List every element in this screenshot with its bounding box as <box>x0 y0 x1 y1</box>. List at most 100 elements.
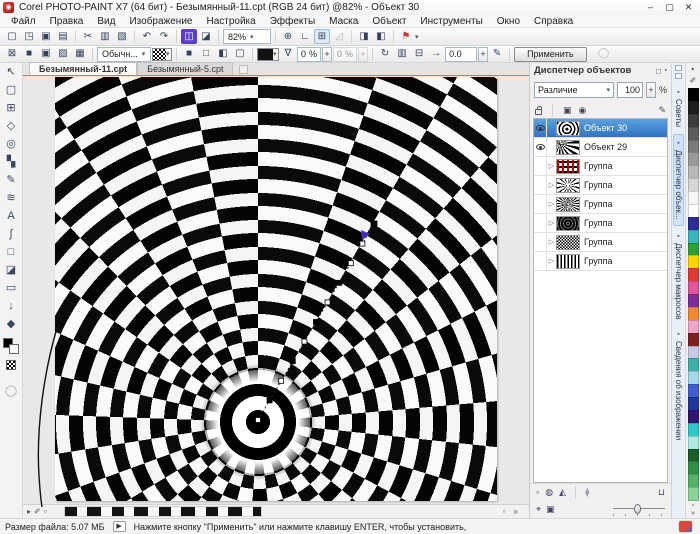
palette-swatch[interactable] <box>688 127 699 141</box>
minimize-button[interactable]: – <box>642 1 659 14</box>
brush-tool-icon[interactable]: ʃ <box>1 226 22 244</box>
new-lens-icon[interactable]: ◍ <box>545 485 553 499</box>
palette-swatch[interactable] <box>688 114 699 128</box>
apply-button[interactable]: Применить <box>514 47 587 62</box>
print-icon[interactable]: ▤ <box>55 29 71 44</box>
object-position-icon[interactable]: ⌖ <box>536 502 541 516</box>
lock-transparency-icon[interactable] <box>535 109 542 115</box>
palettes-icon[interactable]: ◧ <box>373 29 389 44</box>
palette-swatch[interactable] <box>688 474 699 488</box>
palette-swatch[interactable] <box>688 333 699 347</box>
menu-item[interactable]: Настройка <box>199 15 262 28</box>
palette-swatch[interactable] <box>688 384 699 398</box>
import-icon[interactable]: ◫ <box>181 29 197 44</box>
expander-icon[interactable]: ▷ <box>547 257 556 265</box>
palette-swatch[interactable] <box>688 371 699 385</box>
menu-item[interactable]: Правка <box>43 15 91 28</box>
docker-tab[interactable]: ▪ Диспетчер макросов <box>674 228 683 325</box>
visibility-cell[interactable] <box>534 252 547 270</box>
color-control[interactable] <box>3 338 19 354</box>
grid-icon[interactable]: ⊞ <box>314 29 330 44</box>
clone-tool-icon[interactable]: ▚ <box>1 154 22 172</box>
palette-swatch[interactable] <box>688 423 699 437</box>
menu-item[interactable]: Маска <box>322 15 365 28</box>
palette-swatch[interactable] <box>688 178 699 192</box>
palette-swatch[interactable] <box>688 461 699 475</box>
strip-page-icon[interactable]: ▫ <box>503 507 506 516</box>
menu-item[interactable]: Окно <box>490 15 527 28</box>
transform-button[interactable]: ▥ <box>394 47 410 62</box>
palette-swatch[interactable] <box>688 243 699 257</box>
docker-tab[interactable]: ▪ Диспетчер объек... <box>673 134 684 226</box>
palette-swatch[interactable] <box>688 88 699 102</box>
new-icon[interactable]: ▢ <box>4 29 20 44</box>
confirm-icon[interactable]: ▣ <box>546 502 555 516</box>
eraser-tool-icon[interactable]: ◪ <box>1 262 22 280</box>
merge-mode-dropdown[interactable]: Обычн... ▾ <box>97 47 151 62</box>
palette-swatch[interactable] <box>688 217 699 231</box>
object-merge-mode-dropdown[interactable]: Различие ▾ <box>534 82 614 98</box>
menu-item[interactable]: Инструменты <box>413 15 489 28</box>
palette-swatch[interactable] <box>688 230 699 244</box>
canvas-image[interactable] <box>55 77 497 501</box>
palette-swatch[interactable] <box>688 397 699 411</box>
transparency-field[interactable]: 0 % <box>297 47 321 62</box>
paste-icon[interactable]: ▧ <box>114 29 130 44</box>
palette-swatch[interactable] <box>688 307 699 321</box>
snap-icon[interactable]: ◿ <box>331 29 347 44</box>
expander-icon[interactable]: ▷ <box>547 238 556 246</box>
docker-flyout-icon[interactable]: ◻ <box>656 67 662 75</box>
rulers-icon[interactable]: ∟ <box>297 29 313 44</box>
close-button[interactable]: ✕ <box>680 1 697 14</box>
text-tool-icon[interactable]: A <box>1 208 22 226</box>
visibility-cell[interactable] <box>534 176 547 194</box>
fill-mode-button[interactable]: ▨ <box>55 47 71 62</box>
fill-mode-button[interactable]: ▦ <box>72 47 88 62</box>
fill-mode-button[interactable]: ■ <box>21 47 37 62</box>
visibility-cell[interactable] <box>534 119 547 137</box>
node-edit-path[interactable] <box>55 77 497 502</box>
edit-all-icon[interactable]: ✎ <box>658 103 666 117</box>
thumbnail-size-slider[interactable] <box>613 503 665 515</box>
palette-swatch[interactable] <box>688 487 699 501</box>
palette-swatch[interactable] <box>688 140 699 154</box>
menu-item[interactable]: Изображение <box>122 15 199 28</box>
palette-swatch[interactable] <box>688 204 699 218</box>
undo-icon[interactable]: ↶ <box>139 29 155 44</box>
fill-swatch[interactable] <box>6 360 16 370</box>
visibility-cell[interactable] <box>534 233 547 251</box>
pick-tool-icon[interactable]: ↖ <box>1 64 22 82</box>
object-row[interactable]: Объект 30 <box>534 119 667 138</box>
palette-swatch[interactable] <box>688 410 699 424</box>
render-mode-button[interactable]: □ <box>198 47 214 62</box>
strip-more-icon[interactable]: » <box>514 507 518 516</box>
eyedropper-tool-icon[interactable]: ↓ <box>1 298 22 316</box>
menu-item[interactable]: Файл <box>4 15 43 28</box>
object-row[interactable]: ▷ Группа <box>534 195 667 214</box>
visibility-cell[interactable] <box>534 157 547 175</box>
visibility-cell[interactable] <box>534 195 547 213</box>
palette-no-color-icon[interactable]: ▫ <box>692 502 694 509</box>
expander-icon[interactable]: ▷ <box>547 181 556 189</box>
offset-field[interactable]: 0.0 <box>445 47 477 62</box>
crop-tool-icon[interactable]: ⊞ <box>1 100 22 118</box>
new-from-mask-icon[interactable]: ◭ <box>559 485 566 499</box>
liquid-tool-icon[interactable]: ≋ <box>1 190 22 208</box>
strip-picker-icon[interactable]: ✐ <box>34 507 41 516</box>
render-mode-button[interactable]: ▢ <box>232 47 248 62</box>
palette-swatch[interactable] <box>688 255 699 269</box>
tab-document-1[interactable]: Безымянный-11.cpt <box>29 62 137 75</box>
new-object-icon[interactable]: ▫ <box>536 485 539 499</box>
docker-close-all-icon[interactable] <box>675 73 682 79</box>
export-icon[interactable]: ◪ <box>198 29 214 44</box>
copy-icon[interactable]: ▥ <box>97 29 113 44</box>
strip-play-icon[interactable]: ▸ <box>27 507 31 516</box>
zoom-level-dropdown[interactable]: 82% ▾ <box>223 29 271 44</box>
redo-icon[interactable]: ↷ <box>156 29 172 44</box>
maximize-button[interactable]: ▢ <box>661 1 678 14</box>
transparency-stepper[interactable]: + <box>322 47 332 62</box>
palette-swatch[interactable] <box>688 101 699 115</box>
palette-swatch[interactable] <box>688 449 699 463</box>
palette-swatch[interactable] <box>688 294 699 308</box>
background-color-swatch[interactable] <box>9 344 19 354</box>
